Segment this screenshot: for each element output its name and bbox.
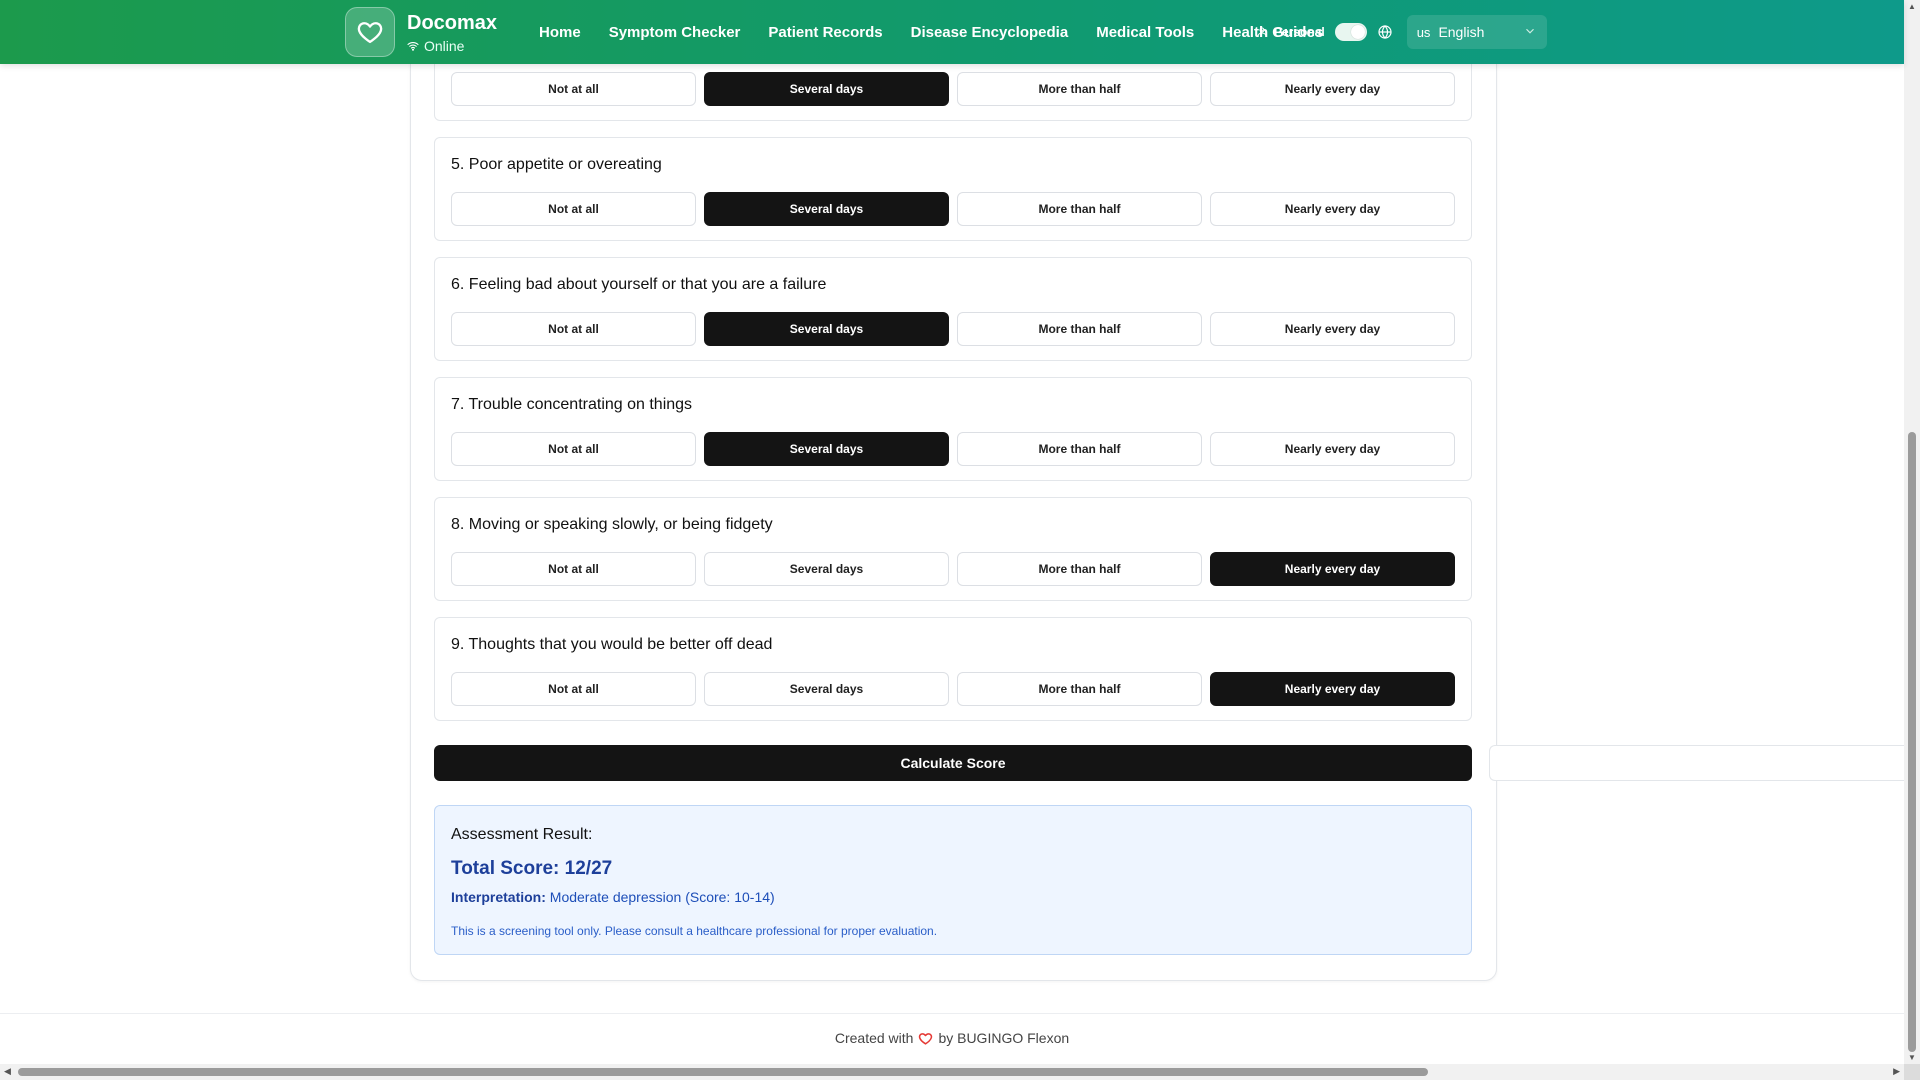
option-nearly-every-day[interactable]: Nearly every day <box>1210 552 1455 586</box>
footer-divider <box>0 1013 1904 1014</box>
status-text: Online <box>424 38 465 54</box>
scroll-up-arrow[interactable]: ▲ <box>1908 2 1916 11</box>
option-not-at-all[interactable]: Not at all <box>451 312 696 346</box>
question-title: 8. Moving or speaking slowly, or being f… <box>451 516 773 533</box>
answer-options: Not at all Several days More than half N… <box>451 72 1455 106</box>
option-several-days[interactable]: Several days <box>704 432 949 466</box>
question-title: 9. Thoughts that you would be better off… <box>451 636 773 653</box>
total-score: Total Score: 12/27 <box>451 858 613 879</box>
option-several-days[interactable]: Several days <box>704 672 949 706</box>
option-nearly-every-day[interactable]: Nearly every day <box>1210 432 1455 466</box>
question-title: 7. Trouble concentrating on things <box>451 396 693 413</box>
question-9: 9. Thoughts that you would be better off… <box>434 617 1472 721</box>
question-title: 5. Poor appetite or overeating <box>451 156 662 173</box>
language-flag: us <box>1416 24 1431 40</box>
interpretation-value: Moderate depression (Score: 10-14) <box>549 889 775 905</box>
chevron-down-icon <box>1525 28 1534 34</box>
side-panel-edge <box>1489 745 1904 781</box>
option-nearly-every-day[interactable]: Nearly every day <box>1210 312 1455 346</box>
option-nearly-every-day[interactable]: Nearly every day <box>1210 672 1455 706</box>
scrollbar-corner <box>1904 1064 1920 1080</box>
question-5: 5. Poor appetite or overeating Not at al… <box>434 137 1472 241</box>
footer-suffix: by BUGINGO Flexon <box>938 1030 1070 1046</box>
horizontal-scroll-thumb[interactable] <box>18 1068 1428 1076</box>
language-select[interactable]: us English <box>1406 15 1547 49</box>
option-not-at-all[interactable]: Not at all <box>451 552 696 586</box>
answer-options: Not at all Several days More than half N… <box>451 552 1455 586</box>
brand-name[interactable]: Docomax <box>407 12 497 35</box>
result-heading: Assessment Result: <box>451 826 593 843</box>
scroll-right-arrow[interactable]: ▶ <box>1893 1066 1900 1077</box>
option-nearly-every-day[interactable]: Nearly every day <box>1210 72 1455 106</box>
answer-options: Not at all Several days More than half N… <box>451 192 1455 226</box>
answer-options: Not at all Several days More than half N… <box>451 312 1455 346</box>
option-several-days[interactable]: Several days <box>704 192 949 226</box>
option-not-at-all[interactable]: Not at all <box>451 672 696 706</box>
option-more-than-half[interactable]: More than half <box>957 552 1202 586</box>
answer-options: Not at all Several days More than half N… <box>451 672 1455 706</box>
option-more-than-half[interactable]: More than half <box>957 432 1202 466</box>
user-icon <box>1257 27 1267 37</box>
brand-logo[interactable] <box>345 7 395 57</box>
question-title: 6. Feeling bad about yourself or that yo… <box>451 276 827 293</box>
vertical-scrollbar[interactable]: ▲ ▼ <box>1904 0 1920 1064</box>
option-more-than-half[interactable]: More than half <box>957 192 1202 226</box>
vertical-scroll-thumb[interactable] <box>1908 432 1916 1052</box>
option-more-than-half[interactable]: More than half <box>957 312 1202 346</box>
option-several-days[interactable]: Several days <box>704 552 949 586</box>
assessment-result: Assessment Result: Total Score: 12/27 In… <box>434 805 1472 955</box>
horizontal-scrollbar[interactable]: ◀ ▶ <box>0 1064 1904 1080</box>
question-8: 8. Moving or speaking slowly, or being f… <box>434 497 1472 601</box>
heart-icon <box>357 22 383 44</box>
option-more-than-half[interactable]: More than half <box>957 72 1202 106</box>
scroll-down-arrow[interactable]: ▼ <box>1908 1053 1916 1062</box>
nav-tools: Personal us English <box>1256 0 1547 64</box>
nav-medical-tools[interactable]: Medical Tools <box>1082 24 1208 41</box>
interpretation-label: Interpretation: <box>451 889 546 905</box>
option-several-days[interactable]: Several days <box>704 72 949 106</box>
footer-prefix: Created with <box>834 1030 914 1046</box>
footer: Created with by BUGINGO Flexon <box>0 1030 1904 1046</box>
top-navbar: Docomax Online Home Symptom Checker Pati… <box>0 0 1904 64</box>
connection-status: Online <box>407 38 464 54</box>
globe-icon[interactable] <box>1377 24 1393 40</box>
option-not-at-all[interactable]: Not at all <box>451 432 696 466</box>
nav-patient-records[interactable]: Patient Records <box>754 24 896 41</box>
question-6: 6. Feeling bad about yourself or that yo… <box>434 257 1472 361</box>
mode-label: Personal <box>1274 25 1325 39</box>
question-7: 7. Trouble concentrating on things Not a… <box>434 377 1472 481</box>
nav-home[interactable]: Home <box>525 24 595 41</box>
option-more-than-half[interactable]: More than half <box>957 672 1202 706</box>
option-not-at-all[interactable]: Not at all <box>451 72 696 106</box>
nav-disease-encyclopedia[interactable]: Disease Encyclopedia <box>897 24 1083 41</box>
option-nearly-every-day[interactable]: Nearly every day <box>1210 192 1455 226</box>
option-not-at-all[interactable]: Not at all <box>451 192 696 226</box>
calculate-score-button[interactable]: Calculate Score <box>434 745 1472 781</box>
mode-switch[interactable]: Personal <box>1256 23 1367 41</box>
scroll-left-arrow[interactable]: ◀ <box>4 1066 11 1077</box>
disclaimer-note: This is a screening tool only. Please co… <box>451 924 938 938</box>
option-several-days[interactable]: Several days <box>704 312 949 346</box>
wifi-icon <box>407 42 419 51</box>
answer-options: Not at all Several days More than half N… <box>451 432 1455 466</box>
nav-symptom-checker[interactable]: Symptom Checker <box>595 24 755 41</box>
main-nav: Home Symptom Checker Patient Records Dis… <box>525 0 1337 64</box>
interpretation: Interpretation: Moderate depression (Sco… <box>451 889 775 905</box>
mode-toggle[interactable] <box>1334 23 1367 41</box>
heart-icon <box>919 1032 933 1045</box>
language-label: English <box>1438 24 1485 40</box>
